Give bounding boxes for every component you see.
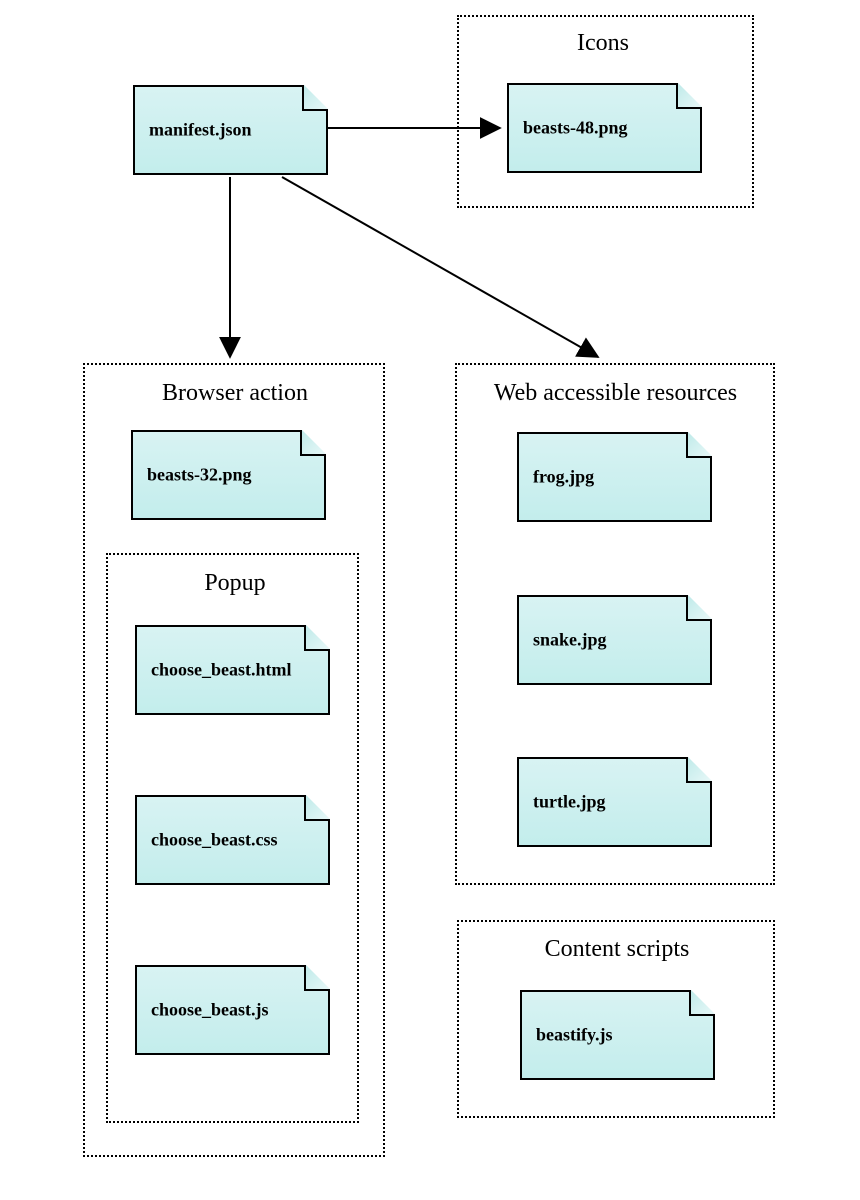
group-title-content-scripts: Content scripts [537, 936, 697, 963]
file-beasts-32-png: beasts-32.png [131, 430, 326, 520]
file-beasts-48-png: beasts-48.png [507, 83, 702, 173]
document-icon [686, 432, 712, 458]
file-label: choose_beast.html [151, 660, 318, 681]
document-icon [686, 757, 712, 783]
group-title-icons: Icons [558, 30, 648, 57]
file-choose-beast-css: choose_beast.css [135, 795, 330, 885]
file-turtle-jpg: turtle.jpg [517, 757, 712, 847]
file-label: turtle.jpg [533, 792, 700, 813]
document-icon [302, 85, 328, 111]
file-label: choose_beast.css [151, 830, 318, 851]
file-label: beasts-32.png [147, 465, 314, 486]
file-snake-jpg: snake.jpg [517, 595, 712, 685]
diagram-canvas: manifest.json Icons beasts-48.png Browse… [0, 0, 860, 1200]
document-icon [689, 990, 715, 1016]
document-icon [676, 83, 702, 109]
file-manifest-json: manifest.json [133, 85, 328, 175]
group-title-war: Web accessible resources [478, 380, 753, 407]
group-title-popup: Popup [195, 570, 275, 597]
group-title-browser-action: Browser action [150, 380, 320, 407]
file-frog-jpg: frog.jpg [517, 432, 712, 522]
document-icon [304, 795, 330, 821]
file-label: beastify.js [536, 1025, 703, 1046]
file-label: snake.jpg [533, 630, 700, 651]
file-label: frog.jpg [533, 467, 700, 488]
file-choose-beast-js: choose_beast.js [135, 965, 330, 1055]
document-icon [300, 430, 326, 456]
document-icon [304, 625, 330, 651]
document-icon [686, 595, 712, 621]
file-choose-beast-html: choose_beast.html [135, 625, 330, 715]
file-beastify-js: beastify.js [520, 990, 715, 1080]
file-label: choose_beast.js [151, 1000, 318, 1021]
document-icon [304, 965, 330, 991]
file-label: beasts-48.png [523, 118, 690, 139]
file-label: manifest.json [149, 120, 316, 141]
